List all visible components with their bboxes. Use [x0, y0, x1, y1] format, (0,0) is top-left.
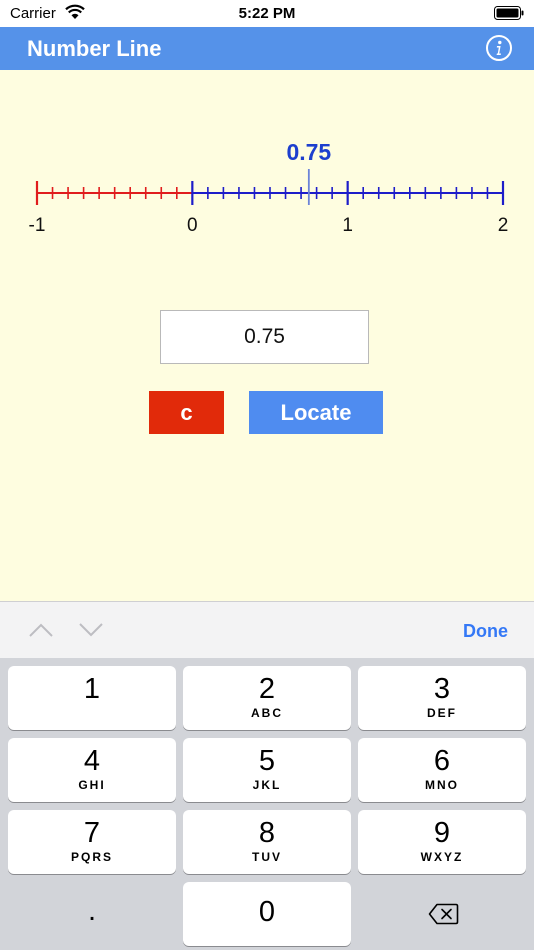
key-letters: DEF: [427, 706, 457, 720]
number-line: 0.75 -1 0 1 2: [29, 139, 509, 236]
key-letters: WXYZ: [420, 850, 464, 864]
key-0[interactable]: 0: [183, 882, 351, 946]
key-1[interactable]: 1: [8, 666, 176, 730]
key-digit: 2: [258, 673, 276, 705]
keyboard-accessory-bar: Done: [0, 601, 534, 658]
marker-value-label: 0.75: [286, 139, 331, 165]
status-time: 5:22 PM: [238, 5, 296, 22]
key-8[interactable]: 8 TUV: [183, 810, 351, 874]
key-decimal-point[interactable]: .: [8, 882, 176, 946]
key-letters: TUV: [252, 850, 282, 864]
tick-label: 2: [498, 215, 509, 236]
previous-field-chevron-up-icon[interactable]: [28, 622, 54, 638]
info-icon[interactable]: [485, 34, 513, 62]
key-digit: 4: [83, 745, 101, 777]
key-4[interactable]: 4 GHI: [8, 738, 176, 802]
nav-bar: Number Line: [0, 27, 534, 70]
backspace-icon: [428, 903, 459, 925]
key-digit: .: [87, 895, 97, 927]
key-digit: 3: [433, 673, 451, 705]
locate-button[interactable]: Locate: [249, 391, 383, 434]
backspace-key[interactable]: [358, 882, 526, 946]
key-7[interactable]: 7 PQRS: [8, 810, 176, 874]
value-input[interactable]: 0.75: [160, 310, 369, 364]
key-letters: MNO: [425, 778, 459, 792]
tick-label: 0: [187, 215, 198, 236]
key-digit: 5: [258, 745, 276, 777]
key-letters: ABC: [251, 706, 283, 720]
key-5[interactable]: 5 JKL: [183, 738, 351, 802]
key-9[interactable]: 9 WXYZ: [358, 810, 526, 874]
next-field-chevron-down-icon[interactable]: [78, 622, 104, 638]
clear-button[interactable]: c: [149, 391, 224, 434]
key-letters: PQRS: [70, 850, 113, 864]
battery-icon: [494, 6, 524, 20]
key-digit: 7: [83, 817, 101, 849]
key-letters: GHI: [78, 778, 106, 792]
tick-label: 1: [342, 215, 353, 236]
status-bar: Carrier 5:22 PM: [0, 0, 534, 27]
key-6[interactable]: 6 MNO: [358, 738, 526, 802]
key-2[interactable]: 2 ABC: [183, 666, 351, 730]
key-digit: 6: [433, 745, 451, 777]
key-3[interactable]: 3 DEF: [358, 666, 526, 730]
tick-label: -1: [29, 215, 46, 236]
page-title: Number Line: [27, 36, 162, 61]
key-digit: 8: [258, 817, 276, 849]
done-button[interactable]: Done: [463, 621, 508, 642]
key-digit: 9: [433, 817, 451, 849]
key-digit: 1: [83, 673, 101, 705]
numeric-keypad: 1 2 ABC 3 DEF 4 GHI 5 JKL 6 MNO 7 PQRS 8…: [0, 658, 534, 950]
key-letters: JKL: [252, 778, 282, 792]
key-digit: 0: [258, 896, 276, 928]
